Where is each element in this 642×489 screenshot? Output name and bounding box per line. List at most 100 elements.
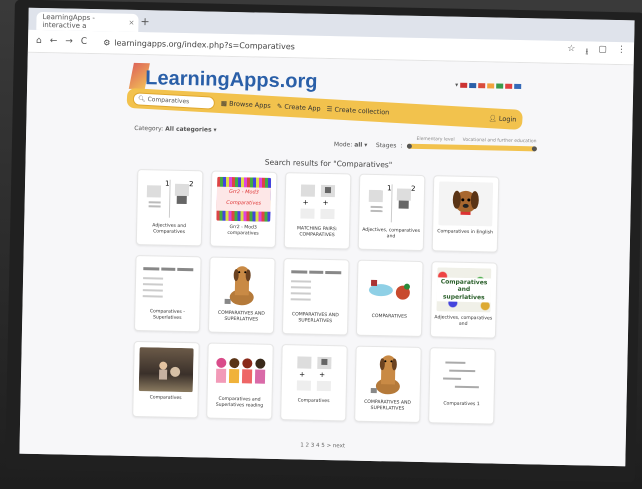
svg-text:1: 1	[165, 180, 170, 188]
app-thumbnail[interactable]: Comparatives and superlatives	[436, 267, 492, 313]
pagination[interactable]: 1 2 3 4 5 > next	[20, 437, 626, 456]
svg-text:+: +	[323, 199, 329, 207]
search-icon: 🔍︎	[137, 94, 146, 103]
svg-text:+: +	[303, 198, 309, 206]
mode-value: all	[354, 141, 363, 149]
app-thumbnail[interactable]	[361, 352, 416, 397]
app-caption: Comparatives and Superlatives reading	[215, 396, 264, 409]
flag-icon[interactable]	[487, 83, 495, 89]
app-thumbnail[interactable]	[438, 181, 494, 227]
app-card[interactable]: COMPARATIVES AND SUPERLATIVES	[207, 256, 276, 334]
category-filter[interactable]: Category: All categories ▾	[134, 125, 216, 134]
category-value: All categories	[165, 125, 212, 134]
app-caption: Comparatives in English	[437, 229, 493, 236]
app-caption: Adjectives, comparatives and	[434, 315, 493, 327]
nav-label: Browse Apps	[228, 99, 272, 110]
url-text: learningapps.org/index.php?s=Comparative…	[114, 38, 295, 51]
login-link[interactable]: 👤︎ Login	[488, 114, 516, 124]
flag-icon[interactable]	[478, 83, 486, 89]
browser-tab[interactable]: LearningApps - interactive a ×	[36, 11, 139, 33]
svg-text:1: 1	[387, 184, 392, 192]
app-card[interactable]: Comparatives 1	[428, 347, 496, 425]
app-card[interactable]: Comparatives	[132, 340, 200, 419]
app-card[interactable]: Comparatives in English	[431, 175, 500, 253]
svg-text:+: +	[319, 371, 325, 379]
app-caption: MATCHING PAIRS: COMPARATIVES	[296, 226, 338, 238]
app-card[interactable]: COMPARATIVES AND SUPERLATIVES	[354, 345, 422, 423]
app-card[interactable]: + + MATCHING PAIRS: COMPARATIVES	[283, 172, 352, 250]
filter-row: Category: All categories ▾ Mode: all ▾ S…	[134, 125, 537, 152]
site-info-icon[interactable]: ⚙	[103, 38, 110, 47]
app-caption: COMPARATIVES AND SUPERLATIVES	[364, 399, 412, 412]
app-thumbnail[interactable]: 12	[364, 180, 419, 225]
app-card[interactable]: COMPARATIVES AND SUPERLATIVES	[281, 258, 350, 336]
mode-filter[interactable]: Mode: all ▾	[334, 141, 368, 149]
app-thumbnail[interactable]	[435, 353, 490, 398]
bookmark-star-icon[interactable]: ☆	[567, 44, 575, 60]
app-caption: Comparatives - Superlatives	[149, 309, 185, 321]
app-thumbnail[interactable]	[141, 261, 196, 306]
app-caption: Grr2 - Mod3 comparatives	[227, 224, 259, 237]
app-thumbnail[interactable]	[138, 347, 194, 393]
flag-icon[interactable]	[496, 83, 504, 89]
address-bar[interactable]: ⚙ learningapps.org/index.php?s=Comparati…	[95, 35, 471, 58]
home-icon[interactable]: ⌂	[36, 36, 42, 46]
app-thumbnail[interactable]	[213, 349, 268, 394]
nav-create-app[interactable]: ✎ Create App	[277, 102, 321, 112]
menu-icon[interactable]: ⋮	[617, 45, 626, 61]
app-thumbnail[interactable]	[215, 263, 270, 308]
mode-label: Mode	[333, 141, 351, 149]
forward-icon[interactable]: →	[65, 36, 73, 46]
app-thumbnail[interactable]: Grr2 - Mod3 Comparatives	[216, 176, 272, 222]
nav-browse-apps[interactable]: ▦ Browse Apps	[221, 99, 271, 110]
flag-icon[interactable]	[469, 82, 477, 89]
app-caption: COMPARATIVES AND SUPERLATIVES	[217, 310, 265, 323]
app-card[interactable]: Grr2 - Mod3 Comparatives Grr2 - Mod3 comp…	[209, 170, 278, 248]
app-thumbnail[interactable]: + +	[287, 350, 342, 395]
nav-label: Create App	[284, 102, 321, 113]
main-nav-bar: 🔍︎ Comparatives ▦ Browse Apps ✎ Create A…	[126, 87, 523, 130]
app-thumbnail[interactable]	[362, 266, 417, 311]
stage-left-label: Elementary level	[416, 136, 455, 143]
app-card[interactable]: Comparatives - Superlatives	[133, 254, 202, 333]
app-thumbnail[interactable]: 12	[142, 175, 197, 220]
reload-icon[interactable]: C	[81, 37, 88, 47]
category-label: Category	[134, 124, 162, 133]
thumb-text: Grr2 - Mod3 Comparatives	[216, 186, 272, 212]
download-icon[interactable]: ⭳	[585, 44, 588, 60]
stages-filter: Stages: Elementary level Vocational and …	[375, 136, 537, 152]
svg-text:+: +	[299, 370, 305, 378]
app-caption: COMPARATIVES	[371, 313, 408, 320]
dropdown-icon[interactable]: ▾	[455, 82, 458, 89]
app-card[interactable]: COMPARATIVES	[355, 259, 424, 338]
app-card[interactable]: 1 2 Adjectives and Comparatives	[135, 169, 204, 247]
flag-icon[interactable]	[460, 82, 468, 88]
language-flags[interactable]: ▾	[455, 82, 522, 90]
stages-slider[interactable]: Elementary level Vocational and further …	[406, 137, 537, 152]
flag-icon[interactable]	[514, 83, 522, 90]
new-tab-button[interactable]: +	[140, 15, 149, 28]
app-thumbnail[interactable]: + +	[290, 178, 345, 223]
app-caption: Adjectives, comparatives and	[362, 227, 421, 240]
stages-label: Stages	[375, 142, 397, 150]
app-caption: COMPARATIVES AND SUPERLATIVES	[291, 312, 339, 324]
app-grid: 1 2 Adjectives and Comparatives Grr2 - Mod3…	[132, 169, 501, 425]
app-card[interactable]: 1 2 Adjectives, comparatives and	[357, 173, 426, 252]
close-tab-icon[interactable]: ×	[128, 19, 134, 27]
slider-handle-right[interactable]	[531, 146, 537, 152]
slider-handle-left[interactable]	[406, 143, 412, 149]
thumb-text: Comparatives and superlatives	[436, 277, 492, 303]
extensions-icon[interactable]: ▢	[598, 45, 607, 61]
app-thumbnail[interactable]	[289, 264, 344, 309]
results-title: Search results for "Comparatives"	[264, 157, 393, 170]
app-card[interactable]: + + Comparatives	[280, 344, 348, 422]
nav-create-collection[interactable]: ☰ Create collection	[326, 105, 389, 116]
flag-icon[interactable]	[505, 83, 513, 89]
app-card[interactable]: Comparatives and Superlatives reading	[206, 342, 274, 420]
back-icon[interactable]: ←	[50, 36, 58, 46]
app-caption: Comparatives	[297, 398, 330, 405]
app-card[interactable]: Comparatives and superlatives Adjectives,…	[429, 261, 498, 339]
svg-text:2: 2	[189, 180, 194, 188]
tab-title: LearningApps - interactive a	[42, 12, 96, 30]
search-input[interactable]: 🔍︎ Comparatives	[132, 91, 216, 110]
